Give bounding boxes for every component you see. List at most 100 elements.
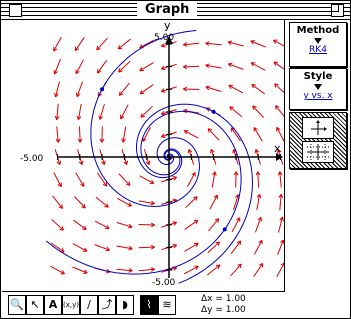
vector-arrow <box>183 42 200 47</box>
vector-arrow <box>98 104 105 120</box>
vector-arrow <box>183 86 200 92</box>
line-tool[interactable]: ∕ <box>80 295 98 315</box>
axes-icon <box>311 120 327 135</box>
dx-value: Δx = 1.00 <box>201 294 246 304</box>
axes: y x 5.00 -5.00 -5.00 <box>20 20 283 288</box>
side-panel: Method RK4 Style y vs. x <box>286 20 350 291</box>
method-value[interactable]: RK4 <box>290 45 346 55</box>
vector-arrow <box>277 171 283 188</box>
vector-arrow <box>207 241 220 254</box>
field-tool[interactable]: ≋ <box>158 295 176 315</box>
vector-arrow <box>116 268 133 273</box>
vector-arrow <box>77 126 83 143</box>
vector-arrow <box>205 85 222 93</box>
vector-arrow <box>96 37 108 51</box>
zoom-box[interactable] <box>331 4 344 17</box>
vector-arrow <box>274 83 284 94</box>
vector-arrow <box>228 84 244 94</box>
y-min-label: -5.00 <box>152 278 176 288</box>
vector-arrow <box>252 105 265 118</box>
vector-arrow <box>54 103 60 121</box>
vector-arrow <box>273 61 284 70</box>
tool-palette: 🔍 ↖ A (x,y) ∕ ⤴ ◗ ⌇ ≋ <box>2 292 350 318</box>
vector-arrow <box>230 263 242 277</box>
vector-arrow <box>139 84 154 95</box>
title-bar[interactable]: Graph <box>1 1 350 20</box>
vector-arrow <box>209 194 218 210</box>
vector-arrow <box>273 39 284 47</box>
x-min-label: -5.00 <box>20 154 44 164</box>
vector-arrow <box>231 217 241 233</box>
vector-arrow <box>253 127 263 142</box>
style-selector[interactable]: Style y vs. x <box>289 68 347 110</box>
vector-arrow <box>207 128 220 141</box>
vector-arrow <box>253 262 264 277</box>
vector-arrow <box>184 242 199 252</box>
vector-arrow <box>73 219 87 231</box>
arrow-tool[interactable]: ↖ <box>26 295 44 315</box>
vector-arrow <box>55 126 61 143</box>
vector-arrow <box>254 216 263 233</box>
vector-arrow <box>183 64 200 70</box>
vector-arrow <box>183 130 199 139</box>
vector-arrow <box>139 175 155 184</box>
vector-arrow <box>250 40 266 48</box>
text-tool[interactable]: A <box>44 295 62 315</box>
initial-point[interactable] <box>222 227 227 232</box>
vector-arrow <box>138 244 155 250</box>
vector-arrow <box>52 195 63 209</box>
window-title: Graph <box>137 2 198 18</box>
vector-arrow <box>118 173 131 186</box>
vector-arrow <box>230 127 241 142</box>
x-axis-label: x <box>274 142 281 155</box>
axes-toggle-button[interactable] <box>302 117 334 139</box>
vector-arrow <box>138 222 155 228</box>
initial-point[interactable] <box>100 87 105 92</box>
vector-arrow <box>185 196 198 209</box>
vector-arrow <box>53 58 61 75</box>
vector-arrow <box>255 171 261 188</box>
vector-arrow <box>256 194 262 211</box>
trajectory-curve[interactable] <box>136 103 254 284</box>
vector-arrow <box>139 39 154 49</box>
point-tool[interactable]: (x,y) <box>62 295 80 315</box>
phase-plot[interactable]: y x 5.00 -5.00 -5.00 <box>2 20 285 292</box>
vector-arrow <box>117 197 132 207</box>
axes-grid-toggles <box>289 112 347 169</box>
trajectory-curve[interactable] <box>90 30 200 207</box>
style-value[interactable]: y vs. x <box>290 91 346 101</box>
vector-arrow <box>95 196 109 208</box>
vector-arrow <box>228 62 244 70</box>
vector-arrow <box>50 242 65 253</box>
vector-arrow <box>53 172 62 188</box>
vector-arrow <box>208 218 220 232</box>
vector-arrow <box>72 266 88 274</box>
vector-arrow <box>227 40 244 47</box>
vector-arrow <box>184 265 199 275</box>
method-dropdown-icon[interactable] <box>314 38 322 44</box>
method-selector[interactable]: Method RK4 <box>289 22 347 67</box>
initial-point[interactable] <box>211 109 216 114</box>
vector-arrow <box>118 60 131 73</box>
region-tool[interactable]: ◗ <box>116 295 134 315</box>
vector-arrow <box>276 262 284 278</box>
vector-arrow <box>140 105 153 118</box>
vector-arrow <box>50 265 65 275</box>
trajectory-tool[interactable]: ⌇ <box>140 295 158 315</box>
method-label: Method <box>296 25 340 36</box>
vector-arrow <box>230 240 242 255</box>
vector-arrow <box>277 239 284 256</box>
vector-arrow <box>117 38 131 50</box>
vector-arrow <box>94 244 110 252</box>
vector-arrow <box>116 245 133 251</box>
style-dropdown-icon[interactable] <box>314 84 322 90</box>
step-readout: Δx = 1.00 Δy = 1.00 <box>201 294 246 316</box>
curve-tool[interactable]: ⤴ <box>98 295 116 315</box>
zoom-tool[interactable]: 🔍 <box>8 295 26 315</box>
vector-arrow <box>211 171 217 188</box>
vector-arrow <box>51 219 64 231</box>
vector-arrow <box>276 126 284 142</box>
grid-toggle-button[interactable] <box>302 141 334 163</box>
close-box[interactable] <box>9 4 22 17</box>
vector-arrow <box>278 193 284 211</box>
